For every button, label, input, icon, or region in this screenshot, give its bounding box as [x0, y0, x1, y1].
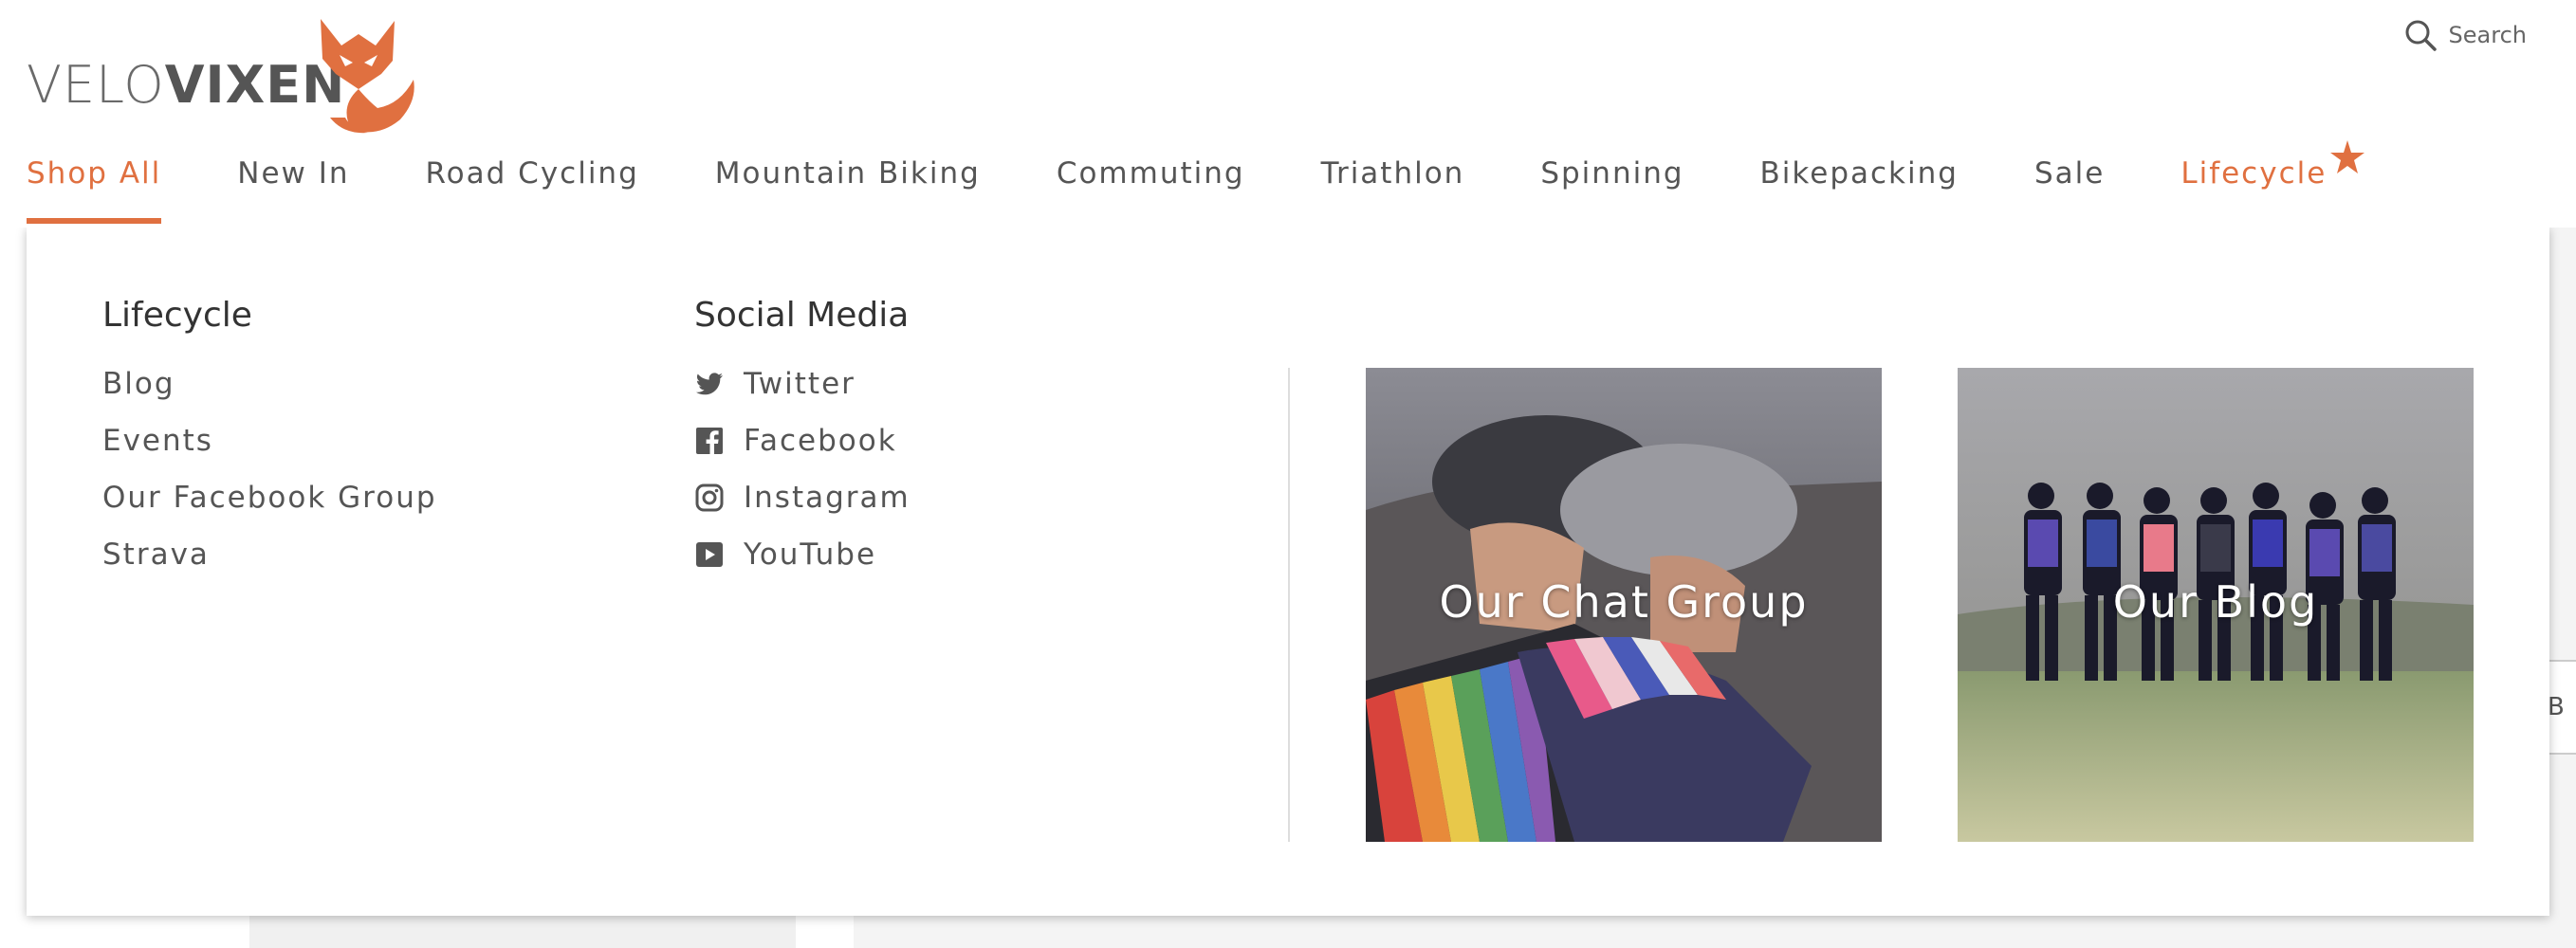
nav-spinning[interactable]: Spinning [1540, 152, 1684, 224]
twitter-icon [696, 373, 723, 395]
lifecycle-title: Lifecycle [102, 296, 252, 335]
instagram-icon [695, 483, 724, 512]
link-facebook-group[interactable]: Our Facebook Group [102, 469, 437, 526]
nav-sale[interactable]: Sale [2034, 152, 2105, 224]
social-media-title: Social Media [694, 296, 910, 335]
twitter-label: Twitter [744, 367, 856, 401]
nav-triathlon[interactable]: Triathlon [1321, 152, 1465, 224]
search-icon [2405, 20, 2437, 51]
logo-text-velo: VELO [27, 55, 165, 115]
nav-new-in[interactable]: New In [237, 152, 349, 224]
nav-commuting[interactable]: Commuting [1057, 152, 1245, 224]
nav-mountain-biking[interactable]: Mountain Biking [715, 152, 981, 224]
instagram-label: Instagram [744, 481, 911, 515]
search-label: Search [2448, 22, 2527, 48]
lifecycle-column: Lifecycle Blog Events Our Facebook Group… [102, 296, 437, 583]
star-icon [2330, 140, 2365, 173]
site-header: VELOVIXEN Search Shop All New In Road Cy… [0, 0, 2576, 228]
nav-lifecycle-label: Lifecycle [2180, 156, 2328, 191]
main-nav: Shop All New In Road Cycling Mountain Bi… [27, 140, 2402, 224]
social-media-column: Social Media Twitter Facebook Instagram [694, 296, 911, 583]
facebook-icon [696, 428, 723, 454]
fox-logo-icon [321, 19, 414, 134]
nav-road-cycling[interactable]: Road Cycling [426, 152, 639, 224]
link-strava[interactable]: Strava [102, 526, 437, 583]
column-divider [1288, 368, 1290, 842]
nav-bikepacking[interactable]: Bikepacking [1760, 152, 1959, 224]
link-youtube[interactable]: YouTube [694, 526, 911, 583]
link-events[interactable]: Events [102, 412, 437, 469]
youtube-label: YouTube [744, 538, 877, 572]
chat-group-card[interactable]: Our Chat Group [1366, 368, 1882, 842]
link-facebook[interactable]: Facebook [694, 412, 911, 469]
link-instagram[interactable]: Instagram [694, 469, 911, 526]
search-button[interactable]: Search [2403, 17, 2527, 53]
site-logo[interactable]: VELOVIXEN [27, 13, 414, 137]
link-twitter[interactable]: Twitter [694, 356, 911, 412]
youtube-icon [696, 542, 723, 567]
shop-all-dropdown: Lifecycle Blog Events Our Facebook Group… [27, 228, 2549, 916]
blog-label: Our Blog [2112, 576, 2319, 628]
nav-lifecycle[interactable]: Lifecycle [2180, 140, 2365, 224]
link-blog[interactable]: Blog [102, 356, 437, 412]
chat-group-label: Our Chat Group [1439, 576, 1809, 628]
facebook-label: Facebook [744, 424, 897, 458]
blog-card[interactable]: Our Blog [1958, 368, 2474, 842]
nav-shop-all[interactable]: Shop All [27, 152, 162, 224]
